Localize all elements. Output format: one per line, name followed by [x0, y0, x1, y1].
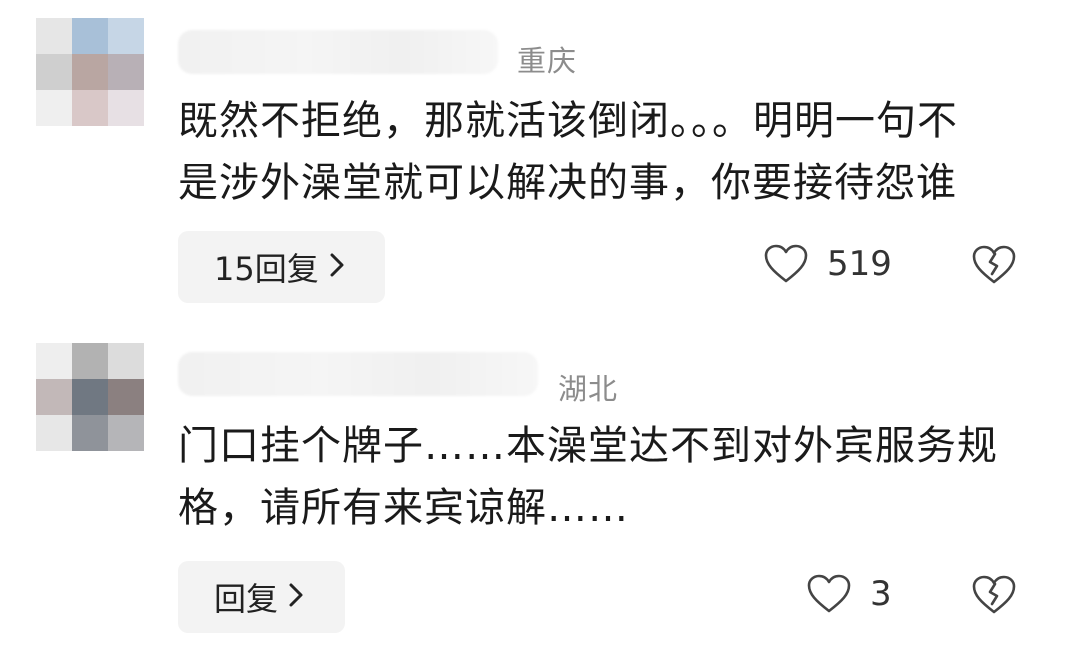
- like-count: 519: [827, 244, 892, 284]
- heart-outline-icon: [764, 244, 808, 283]
- avatar-pixel: [36, 343, 72, 379]
- avatar-pixel: [36, 90, 72, 126]
- broken-heart-icon: [972, 575, 1016, 614]
- avatar-pixel: [108, 90, 144, 126]
- avatar-pixel: [36, 379, 72, 415]
- chevron-right-icon: [329, 248, 345, 286]
- avatar-pixel: [72, 18, 108, 54]
- like-button[interactable]: 3: [806, 573, 892, 615]
- avatar-pixel: [72, 54, 108, 90]
- avatar-pixel: [36, 415, 72, 451]
- reply-label: 回复: [214, 580, 279, 618]
- location-label: 重庆: [517, 44, 578, 78]
- avatar-pixel: [108, 18, 144, 54]
- comment-item: 湖北 门口挂个牌子……本澡堂达不到对外宾服务规 格，请所有来宾谅解…… 回复 3: [0, 325, 1080, 652]
- avatar-pixel: [72, 379, 108, 415]
- broken-heart-icon: [972, 245, 1016, 284]
- blurred-username[interactable]: [178, 352, 538, 396]
- avatar-pixel: [108, 343, 144, 379]
- avatar-pixel: [36, 18, 72, 54]
- avatar[interactable]: [36, 343, 144, 451]
- dislike-button[interactable]: [971, 574, 1017, 620]
- avatar-pixel: [36, 54, 72, 90]
- reply-label: 15回复: [214, 250, 319, 288]
- avatar[interactable]: [36, 18, 144, 126]
- avatar-pixel: [108, 415, 144, 451]
- chevron-right-icon: [288, 578, 304, 616]
- comment-text: 门口挂个牌子……本澡堂达不到对外宾服务规 格，请所有来宾谅解……: [178, 423, 998, 531]
- avatar-pixel: [72, 90, 108, 126]
- avatar-pixel: [72, 343, 108, 379]
- dislike-button[interactable]: [971, 244, 1017, 290]
- comment-text: 既然不拒绝，那就活该倒闭。。。明明一句不 是涉外澡堂就可以解决的事，你要接待怨谁: [178, 98, 958, 206]
- like-count: 3: [870, 574, 892, 614]
- location-label: 湖北: [558, 372, 619, 406]
- reply-button[interactable]: 回复: [178, 561, 345, 633]
- avatar-pixel: [72, 415, 108, 451]
- avatar-pixel: [108, 54, 144, 90]
- reply-button[interactable]: 15回复: [178, 231, 385, 303]
- avatar-pixel: [108, 379, 144, 415]
- like-button[interactable]: 519: [763, 243, 892, 285]
- heart-outline-icon: [807, 574, 851, 613]
- comment-item: 重庆 既然不拒绝，那就活该倒闭。。。明明一句不 是涉外澡堂就可以解决的事，你要接…: [0, 0, 1080, 320]
- blurred-username[interactable]: [178, 30, 498, 74]
